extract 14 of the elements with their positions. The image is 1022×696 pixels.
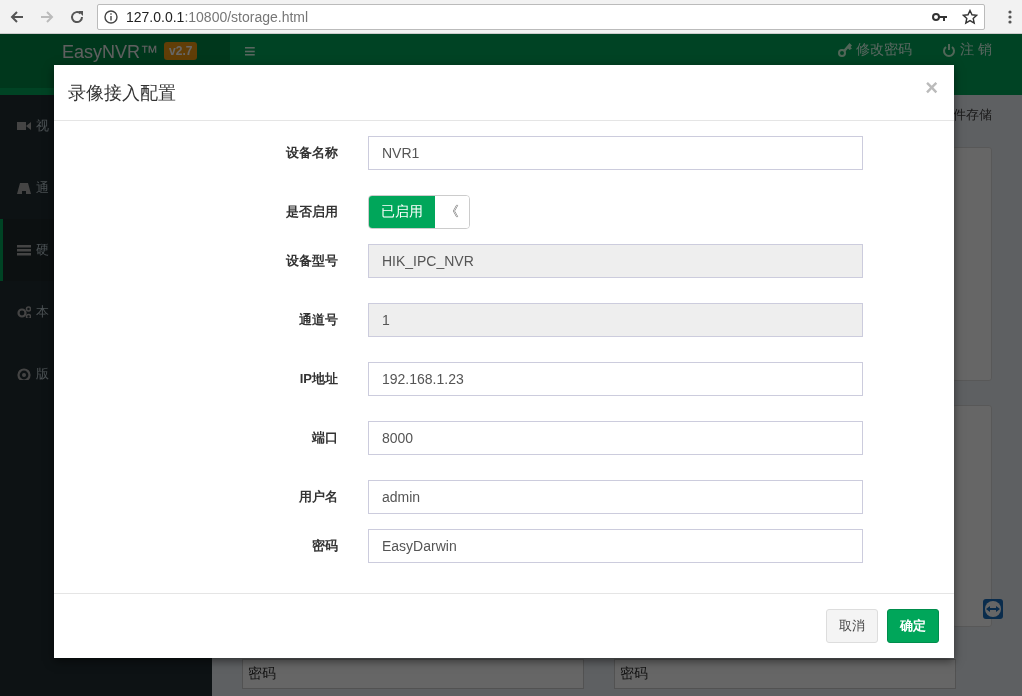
field-label: 是否启用 xyxy=(285,203,339,221)
input-field: HIK_IPC_NVR xyxy=(368,244,863,278)
input-field: 1 xyxy=(368,303,863,337)
field-label: 设备名称 xyxy=(285,144,339,162)
field-label: 端口 xyxy=(310,429,339,447)
field-label: 密码 xyxy=(311,537,339,555)
dialog-title: 录像接入配置 xyxy=(68,81,176,105)
field-label: IP地址 xyxy=(298,370,339,388)
breadcrumb-text: 件存储 xyxy=(953,106,992,124)
field-label: 通道号 xyxy=(298,311,339,329)
url-text: 127.0.0.1:10800/storage.html xyxy=(126,8,309,25)
field-label: 用户名 xyxy=(298,488,339,506)
field-label: 设备型号 xyxy=(285,252,339,270)
version-badge: v2.7 xyxy=(164,42,198,60)
